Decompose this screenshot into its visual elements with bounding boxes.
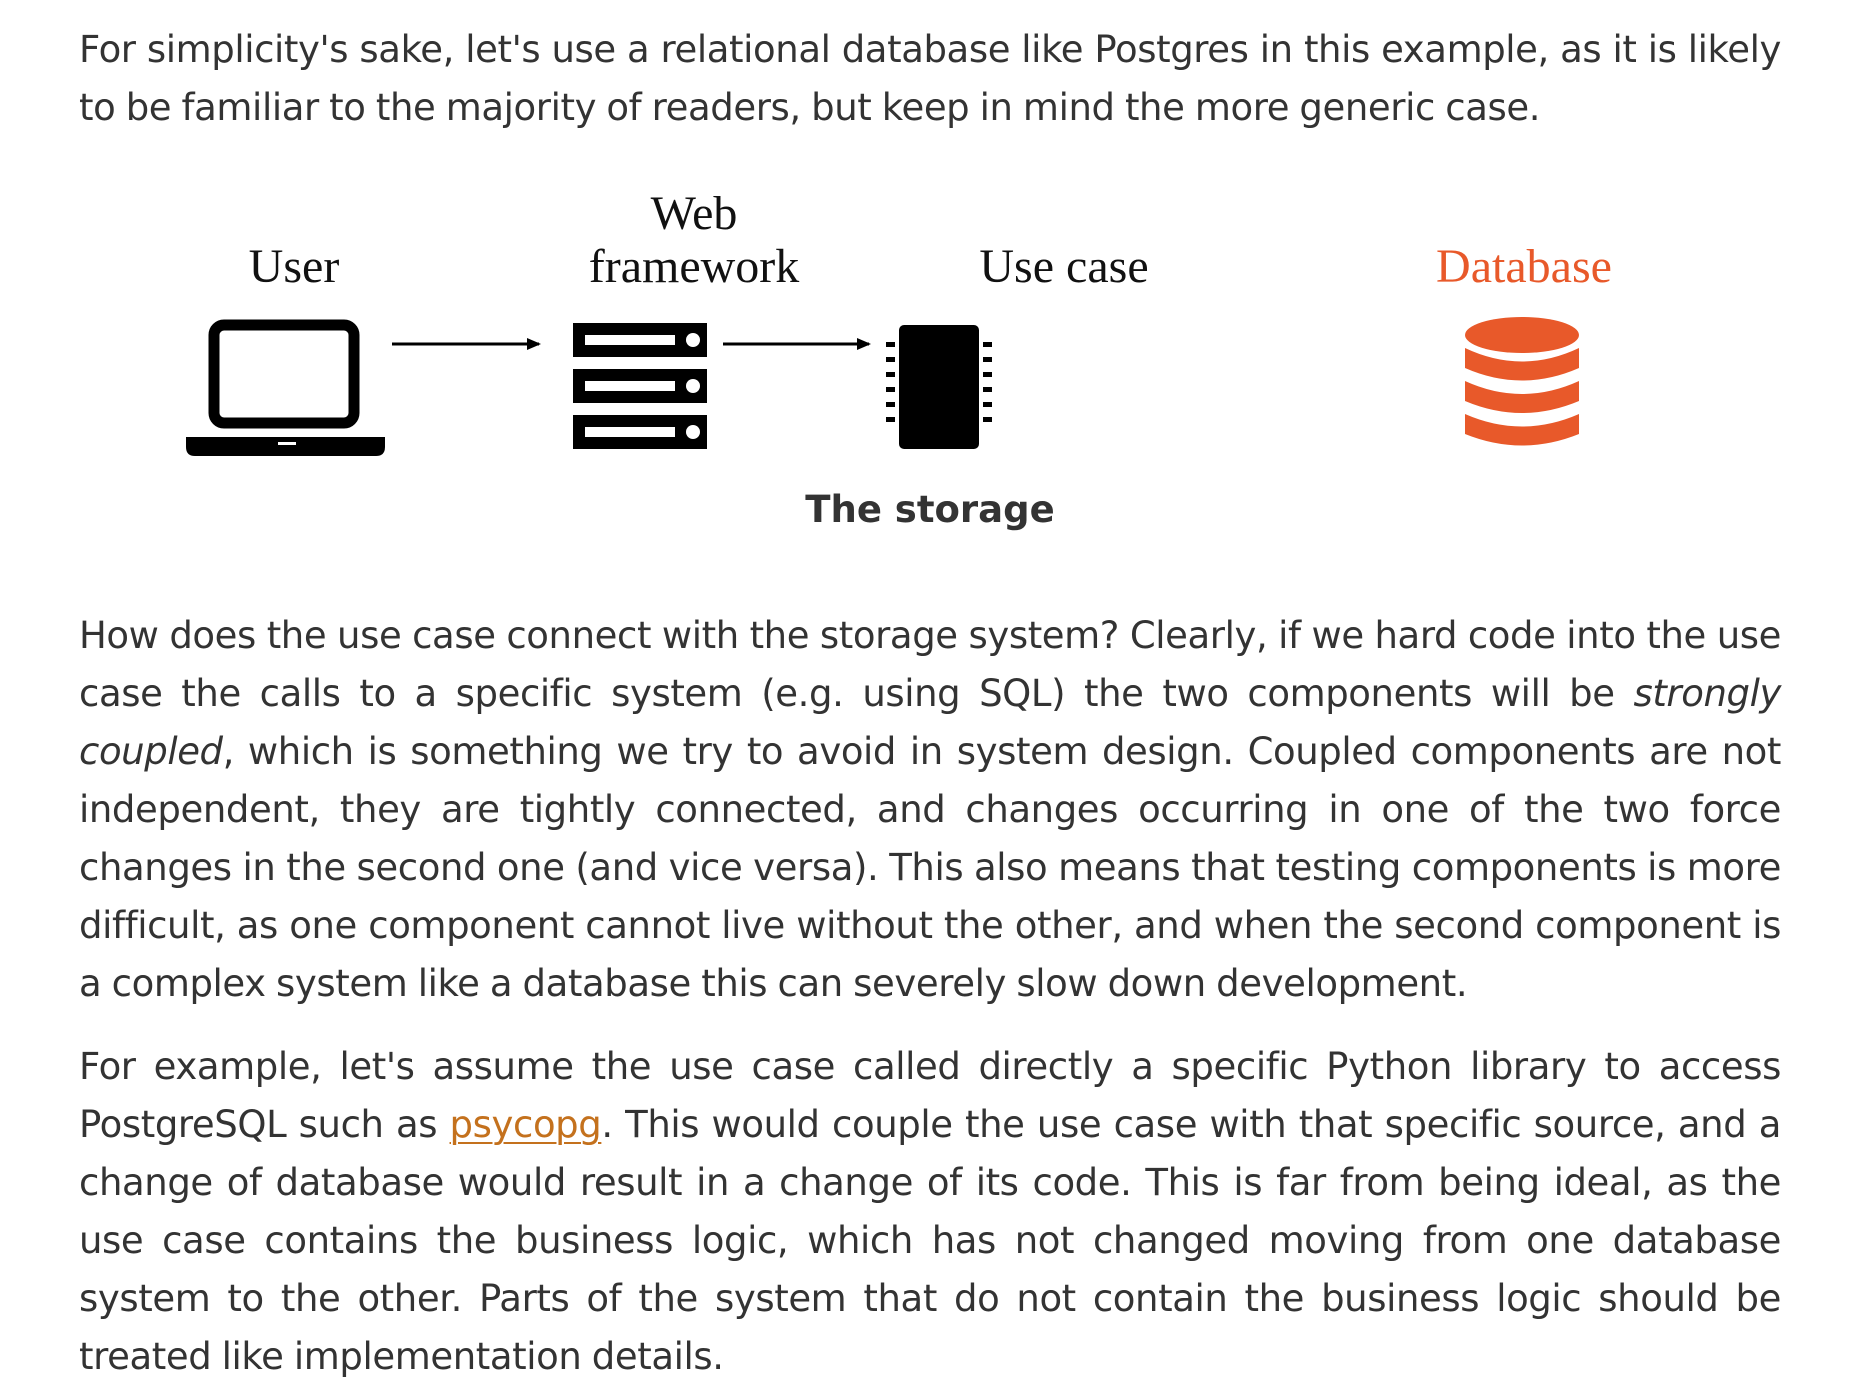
- coupling-text-end: , which is something we try to avoid in …: [79, 730, 1781, 1005]
- chip-icon: [886, 325, 992, 449]
- coupling-paragraph: How does the use case connect with the s…: [79, 607, 1781, 1013]
- example-paragraph: For example, let's assume the use case c…: [79, 1038, 1781, 1386]
- laptop-icon: [186, 319, 385, 456]
- psycopg-link[interactable]: psycopg: [450, 1103, 602, 1146]
- diagram-graphics: [186, 317, 1579, 456]
- figure-caption: The storage: [805, 488, 1055, 531]
- intro-paragraph: For simplicity's sake, let's use a relat…: [79, 28, 1781, 129]
- coupling-text-start: How does the use case connect with the s…: [79, 614, 1781, 715]
- database-icon: [1465, 317, 1579, 446]
- server-rack-icon: [573, 323, 707, 449]
